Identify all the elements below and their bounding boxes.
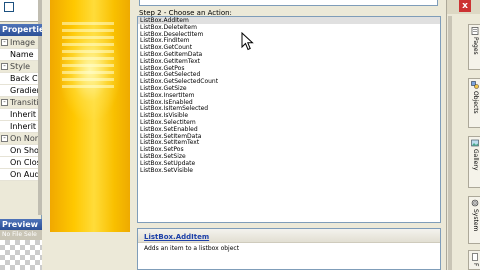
dock-titlebar: x [447, 0, 480, 14]
tab-objects[interactable]: Objects [468, 78, 480, 128]
action-list-item[interactable]: ListBox.GetItemData [138, 51, 440, 58]
tab-gallery[interactable]: Gallery [468, 136, 480, 188]
action-wizard-dialog: Step 2 - Choose an Action: ListBox.AddIt… [42, 0, 446, 270]
property-label: On Norm [10, 134, 38, 143]
tab-file[interactable]: F [468, 250, 480, 270]
property-label: On Audio [10, 170, 38, 179]
property-label: On Close [10, 158, 38, 167]
property-category[interactable]: - Style [0, 61, 38, 73]
property-row[interactable]: On Audio [0, 169, 38, 181]
action-list-item[interactable]: ListBox.IsEnabled [138, 99, 440, 106]
preview-file-label: No File Sele [0, 230, 42, 240]
property-category[interactable]: -Transitio [0, 97, 38, 109]
properties-panel: Properties -Image GeName-StyleBack ColGr… [0, 0, 42, 270]
collapse-icon[interactable]: - [1, 99, 8, 106]
category-dropdown[interactable] [139, 0, 438, 6]
property-label: Back Col [10, 74, 38, 83]
property-label: Style [10, 62, 31, 71]
system-icon [471, 199, 479, 207]
mouse-cursor-icon [241, 32, 254, 51]
pages-icon [471, 27, 479, 35]
property-row[interactable]: Back Col [0, 73, 38, 85]
action-list-item[interactable]: ListBox.GetSelectedCount [138, 78, 440, 85]
property-row[interactable]: On Close [0, 157, 38, 169]
action-list-item[interactable]: ListBox.IsItemSelected [138, 105, 440, 112]
preview-area [0, 240, 42, 270]
property-category[interactable]: -Image Ge [0, 37, 38, 49]
property-label: Gradient [10, 86, 38, 95]
action-list-item[interactable]: ListBox.SetSize [138, 153, 440, 160]
gallery-icon [471, 139, 479, 147]
action-list-item[interactable]: ListBox.GetCount [138, 44, 440, 51]
tab-system[interactable]: System [468, 196, 480, 244]
property-label: On Show [10, 146, 38, 155]
collapse-icon[interactable]: - [1, 39, 8, 46]
tab-system-label: System [472, 209, 479, 232]
action-list-item[interactable]: ListBox.SetEnabled [138, 126, 440, 133]
properties-grid: -Image GeName-StyleBack ColGradient-Tran… [0, 37, 38, 181]
action-list-item[interactable]: ListBox.SetPos [138, 146, 440, 153]
property-row[interactable]: On Show [0, 145, 38, 157]
action-list-item[interactable]: ListBox.SetUpdate [138, 160, 440, 167]
action-list-item[interactable]: ListBox.FindItem [138, 37, 440, 44]
action-list-item[interactable]: ListBox.DeleteItem [138, 24, 440, 31]
action-list-item[interactable]: ListBox.DeselectItem [138, 31, 440, 38]
tab-objects-label: Objects [472, 91, 479, 114]
property-row[interactable]: Inherit C [0, 121, 38, 133]
property-row[interactable]: Inherit B [0, 109, 38, 121]
objects-icon [471, 81, 479, 89]
action-list-item[interactable]: ListBox.AddItem [138, 17, 440, 24]
properties-header: Properties [0, 24, 42, 36]
action-list-item[interactable]: ListBox.SetItemText [138, 139, 440, 146]
property-label: Inherit C [10, 122, 38, 131]
action-list-item[interactable]: ListBox.GetPos [138, 65, 440, 72]
property-label: Transitio [10, 98, 38, 107]
file-icon [472, 253, 478, 261]
object-checkbox-area [0, 0, 38, 22]
collapse-icon[interactable]: - [1, 63, 8, 70]
action-list-item[interactable]: ListBox.SetItemData [138, 133, 440, 140]
tab-pages[interactable]: Pages [468, 24, 480, 70]
action-description-box: ListBox.AddItem Adds an item to a listbo… [137, 228, 441, 270]
property-label: Image Ge [10, 38, 38, 47]
property-row[interactable]: Gradient [0, 85, 38, 97]
action-description-title[interactable]: ListBox.AddItem [144, 233, 209, 241]
tab-gallery-label: Gallery [472, 149, 479, 171]
close-icon[interactable]: x [459, 0, 471, 12]
action-description-text: Adds an item to a listbox object [144, 245, 240, 252]
property-label: Name [10, 50, 34, 59]
tab-pages-label: Pages [472, 37, 479, 55]
action-list-item[interactable]: ListBox.SetVisible [138, 167, 440, 174]
property-category[interactable]: -On Norm [0, 133, 38, 145]
action-list-item[interactable]: ListBox.GetSelected [138, 71, 440, 78]
right-dock: x Pages Objects Gallery System F [446, 0, 480, 270]
action-list-item[interactable]: ListBox.SelectItem [138, 119, 440, 126]
dock-scrollbar[interactable] [448, 16, 452, 270]
wizard-image [50, 0, 130, 232]
object-checkbox[interactable] [4, 2, 14, 12]
action-list-item[interactable]: ListBox.GetSize [138, 85, 440, 92]
tab-file-label: F [472, 263, 479, 267]
action-list[interactable]: ListBox.AddItem ListBox.DeleteItem ListBox… [137, 16, 441, 223]
action-list-item[interactable]: ListBox.InsertItem [138, 92, 440, 99]
action-list-item[interactable]: ListBox.GetItemText [138, 58, 440, 65]
preview-header: Preview [0, 219, 42, 230]
action-list-item[interactable]: ListBox.IsVisible [138, 112, 440, 119]
collapse-icon[interactable]: - [1, 135, 8, 142]
property-label: Inherit B [10, 110, 38, 119]
property-row[interactable]: Name [0, 49, 38, 61]
